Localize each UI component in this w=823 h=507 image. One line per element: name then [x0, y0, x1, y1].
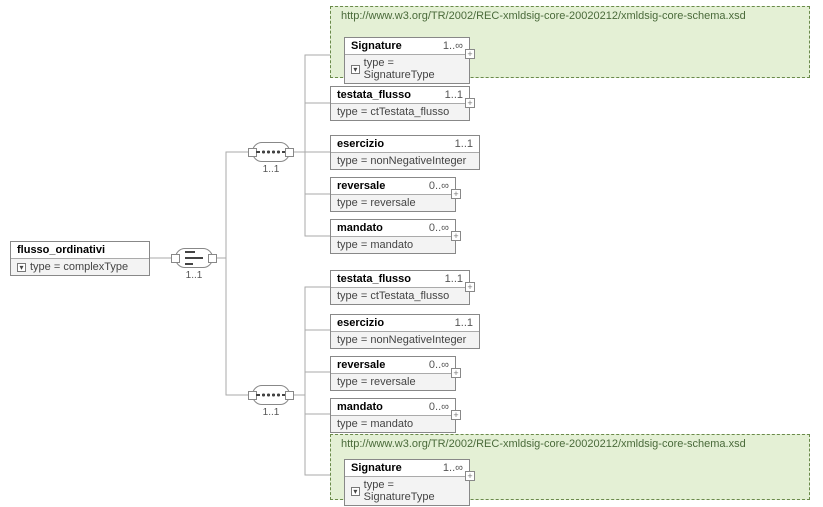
element-type: type = SignatureType — [364, 479, 463, 503]
element-type: type = reversale — [337, 376, 416, 388]
toggle-icon[interactable] — [285, 391, 294, 400]
expand-icon[interactable]: + — [451, 410, 461, 420]
toggle-icon[interactable] — [285, 148, 294, 157]
element-flusso-ordinativi[interactable]: flusso_ordinativi ▾ type = complexType — [10, 241, 150, 276]
element-type: type = mandato — [337, 418, 413, 430]
sequence-compositor-1[interactable] — [252, 142, 290, 162]
element-occurrence: 1..∞ — [443, 462, 463, 474]
element-name: Signature — [351, 40, 402, 52]
sequence-2-occurrence: 1..1 — [251, 407, 291, 418]
import-url: http://www.w3.org/TR/2002/REC-xmldsig-co… — [331, 435, 809, 453]
element-name: testata_flusso — [337, 273, 411, 285]
choice-compositor[interactable] — [175, 248, 213, 268]
expand-icon[interactable]: + — [451, 368, 461, 378]
element-reversale-2[interactable]: reversale 0..∞ type = reversale — [330, 356, 456, 391]
element-occurrence: 1..1 — [445, 273, 463, 285]
expand-icon[interactable]: + — [465, 282, 475, 292]
sequence-icon — [260, 150, 282, 154]
expand-icon[interactable]: + — [451, 231, 461, 241]
element-type: type = complexType — [30, 261, 128, 273]
element-reversale-1[interactable]: reversale 0..∞ type = reversale — [330, 177, 456, 212]
toggle-icon[interactable] — [208, 254, 217, 263]
expand-icon[interactable]: + — [465, 49, 475, 59]
element-name: Signature — [351, 462, 402, 474]
collapse-icon[interactable]: ▾ — [351, 487, 360, 496]
element-esercizio-2[interactable]: esercizio 1..1 type = nonNegativeInteger — [330, 314, 480, 349]
sequence-compositor-2[interactable] — [252, 385, 290, 405]
element-testata-2[interactable]: testata_flusso 1..1 type = ctTestata_flu… — [330, 270, 470, 305]
element-mandato-1[interactable]: mandato 0..∞ type = mandato — [330, 219, 456, 254]
element-name: flusso_ordinativi — [17, 244, 105, 256]
element-testata-1[interactable]: testata_flusso 1..1 type = ctTestata_flu… — [330, 86, 470, 121]
element-occurrence: 1..1 — [455, 317, 473, 329]
element-occurrence: 1..1 — [455, 138, 473, 150]
element-signature-2[interactable]: Signature 1..∞ ▾ type = SignatureType — [344, 459, 470, 506]
element-type: type = SignatureType — [364, 57, 463, 81]
element-occurrence: 1..1 — [445, 89, 463, 101]
element-type: type = mandato — [337, 239, 413, 251]
element-occurrence: 0..∞ — [429, 222, 449, 234]
element-occurrence: 1..∞ — [443, 40, 463, 52]
element-name: reversale — [337, 180, 385, 192]
element-name: reversale — [337, 359, 385, 371]
element-signature-1[interactable]: Signature 1..∞ ▾ type = SignatureType — [344, 37, 470, 84]
element-type: type = ctTestata_flusso — [337, 290, 449, 302]
choice-icon — [182, 251, 206, 265]
element-type: type = reversale — [337, 197, 416, 209]
element-name: mandato — [337, 401, 383, 413]
element-occurrence: 0..∞ — [429, 359, 449, 371]
expand-icon[interactable]: + — [465, 98, 475, 108]
element-name: mandato — [337, 222, 383, 234]
element-name: testata_flusso — [337, 89, 411, 101]
collapse-icon[interactable]: ▾ — [17, 263, 26, 272]
toggle-icon[interactable] — [171, 254, 180, 263]
sequence-1-occurrence: 1..1 — [251, 164, 291, 175]
sequence-icon — [260, 393, 282, 397]
element-occurrence: 0..∞ — [429, 180, 449, 192]
expand-icon[interactable]: + — [465, 471, 475, 481]
element-type: type = ctTestata_flusso — [337, 106, 449, 118]
element-occurrence: 0..∞ — [429, 401, 449, 413]
choice-occurrence: 1..1 — [174, 270, 214, 281]
element-mandato-2[interactable]: mandato 0..∞ type = mandato — [330, 398, 456, 433]
element-esercizio-1[interactable]: esercizio 1..1 type = nonNegativeInteger — [330, 135, 480, 170]
element-type: type = nonNegativeInteger — [337, 155, 466, 167]
expand-icon[interactable]: + — [451, 189, 461, 199]
import-url: http://www.w3.org/TR/2002/REC-xmldsig-co… — [331, 7, 809, 25]
element-type: type = nonNegativeInteger — [337, 334, 466, 346]
element-name: esercizio — [337, 317, 384, 329]
collapse-icon[interactable]: ▾ — [351, 65, 360, 74]
element-name: esercizio — [337, 138, 384, 150]
